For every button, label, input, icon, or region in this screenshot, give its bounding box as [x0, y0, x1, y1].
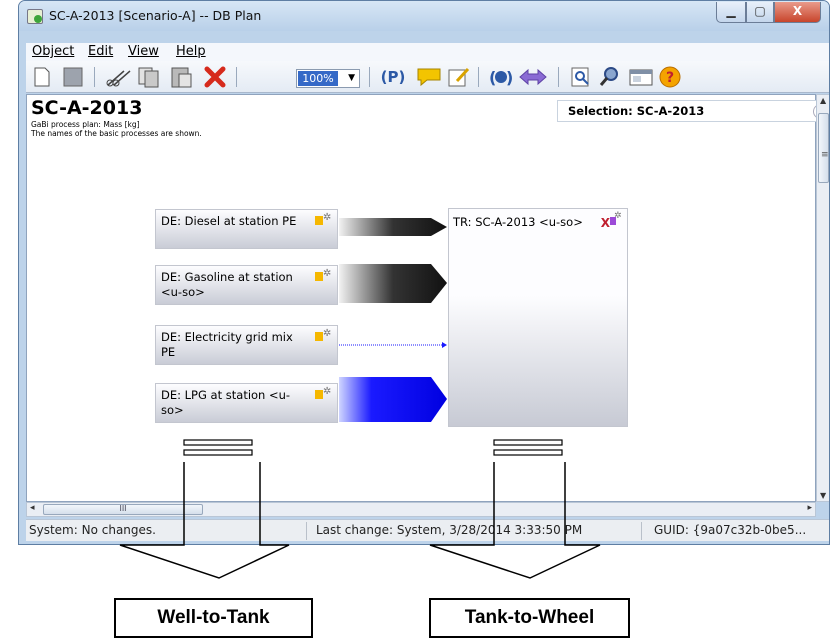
tank-to-wheel-label: Tank-to-Wheel [429, 598, 630, 638]
annotation-brackets [119, 439, 601, 579]
screenshot-root: SC-A-2013 [Scenario-A] -- DB Plan ▁ ▢ X … [0, 0, 830, 639]
well-to-tank-label: Well-to-Tank [114, 598, 313, 638]
